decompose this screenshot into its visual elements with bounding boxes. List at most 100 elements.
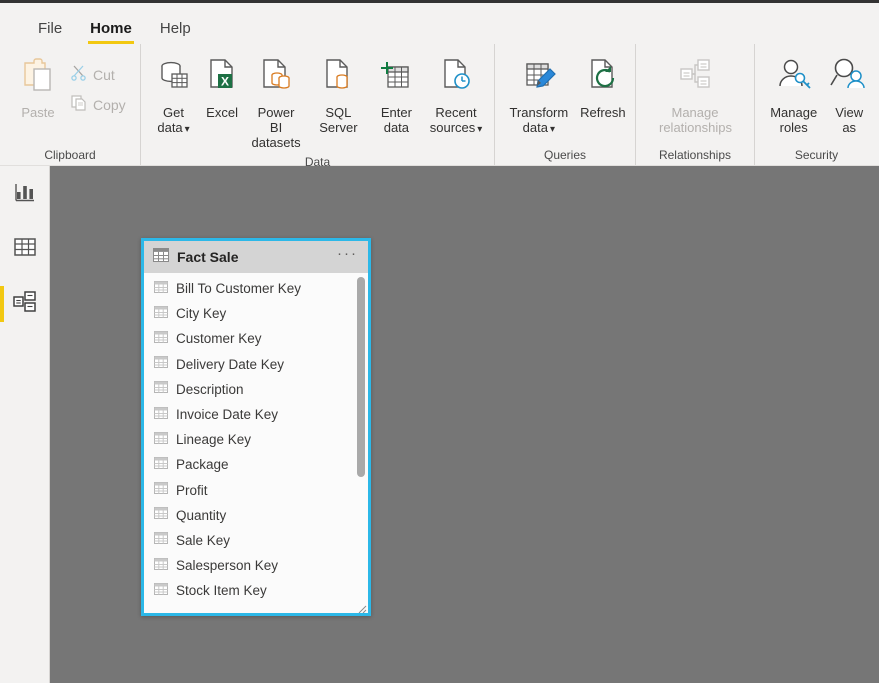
table-card-field-list[interactable]: Bill To Customer Key City KeyCustomer Key… <box>144 273 368 613</box>
field-list-item[interactable]: Package <box>144 452 368 477</box>
field-list-item[interactable]: Bill To Customer Key <box>144 276 368 301</box>
model-canvas[interactable]: Fact Sale ··· Bill To Customer Key City K… <box>50 166 879 683</box>
field-table-icon <box>154 280 168 298</box>
refresh-button[interactable]: Refresh <box>577 52 629 124</box>
refresh-icon <box>585 56 621 101</box>
table-icon <box>153 248 169 267</box>
sql-server-icon <box>320 56 356 101</box>
ribbon-group-label-queries: Queries <box>495 147 635 165</box>
manage-roles-icon <box>774 56 814 101</box>
field-list-item[interactable]: Stock Item Key <box>144 578 368 603</box>
manage-roles-button[interactable]: Manage roles <box>761 52 826 139</box>
excel-icon: X <box>204 56 240 101</box>
ribbon-group-label-clipboard: Clipboard <box>0 147 140 165</box>
field-table-icon <box>154 531 168 549</box>
cut-label: Cut <box>93 67 115 83</box>
field-table-icon <box>154 506 168 524</box>
chevron-down-icon: ▾ <box>185 124 190 135</box>
get-data-label: Get data▾ <box>153 105 194 137</box>
ribbon-group-data: Get data▾ X Excel <box>140 44 494 165</box>
field-name: Stock Item Key <box>176 583 267 598</box>
view-switcher-sidebar <box>0 166 50 683</box>
field-name: Bill To Customer Key <box>176 281 301 296</box>
excel-button[interactable]: X Excel <box>200 52 244 124</box>
field-table-icon <box>154 456 168 474</box>
ribbon-group-clipboard: Paste Cut <box>0 44 140 165</box>
cut-button[interactable]: Cut <box>66 60 134 90</box>
table-card-more-options-button[interactable]: ··· <box>335 249 360 265</box>
field-list-item[interactable]: City Key <box>144 301 368 326</box>
field-name: Salesperson Key <box>176 558 278 573</box>
field-list-item[interactable]: Salesperson Key <box>144 553 368 578</box>
field-table-icon <box>154 582 168 600</box>
main-body: Fact Sale ··· Bill To Customer Key City K… <box>0 166 879 683</box>
manage-relationships-label: Manage relationships <box>659 105 731 135</box>
powerbi-dataset-icon <box>258 56 294 101</box>
paste-icon <box>19 56 57 101</box>
transform-data-icon <box>519 56 559 101</box>
tab-help[interactable]: Help <box>146 21 205 44</box>
get-data-button[interactable]: Get data▾ <box>147 52 200 141</box>
tab-file[interactable]: File <box>24 21 76 44</box>
tab-home[interactable]: Home <box>76 21 146 44</box>
field-table-icon <box>154 330 168 348</box>
field-list-item[interactable]: Lineage Key <box>144 427 368 452</box>
sidebar-item-report-view[interactable] <box>0 176 50 212</box>
field-name: Lineage Key <box>176 432 251 447</box>
view-as-label: View as <box>832 105 866 135</box>
field-list-item[interactable]: Customer Key <box>144 326 368 351</box>
enter-data-button[interactable]: Enter data <box>369 52 424 139</box>
sidebar-item-data-view[interactable] <box>0 231 50 267</box>
manage-relationships-button[interactable]: Manage relationships <box>645 52 745 139</box>
field-list-item[interactable]: Invoice Date Key <box>144 402 368 427</box>
ribbon-group-label-relationships: Relationships <box>636 147 754 165</box>
field-name: Profit <box>176 483 208 498</box>
transform-data-button[interactable]: Transform data▾ <box>501 52 577 141</box>
scissors-icon <box>70 64 87 86</box>
sidebar-item-model-view[interactable] <box>0 286 50 322</box>
power-bi-datasets-label: Power BI datasets <box>250 105 302 150</box>
field-list-item[interactable]: Profit <box>144 478 368 503</box>
power-bi-datasets-button[interactable]: Power BI datasets <box>244 52 308 154</box>
bar-chart-icon <box>14 181 36 208</box>
field-name: Quantity <box>176 508 226 523</box>
recent-sources-text: Recent sources <box>430 105 477 135</box>
view-as-button[interactable]: View as <box>826 52 872 139</box>
get-data-text: Get data <box>157 105 184 135</box>
table-card-title: Fact Sale <box>177 249 335 265</box>
paste-button[interactable]: Paste <box>10 52 66 124</box>
sql-server-button[interactable]: SQL Server <box>308 52 369 139</box>
field-table-icon <box>154 431 168 449</box>
field-list-item[interactable]: Description <box>144 377 368 402</box>
recent-sources-label: Recent sources▾ <box>430 105 483 137</box>
recent-sources-button[interactable]: Recent sources▾ <box>424 52 488 141</box>
field-table-icon <box>154 305 168 323</box>
table-card-header[interactable]: Fact Sale ··· <box>144 241 368 273</box>
chevron-down-icon: ▾ <box>550 124 555 135</box>
copy-label: Copy <box>93 97 126 113</box>
field-name: Sale Key <box>176 533 230 548</box>
field-list-scrollbar-thumb[interactable] <box>357 277 365 477</box>
field-list-item[interactable]: Sale Key <box>144 528 368 553</box>
copy-button[interactable]: Copy <box>66 90 134 120</box>
field-table-icon <box>154 355 168 373</box>
database-table-icon <box>154 56 194 101</box>
field-list-item[interactable]: Quantity <box>144 503 368 528</box>
table-card-resize-handle[interactable] <box>356 601 367 612</box>
field-table-icon <box>154 406 168 424</box>
table-card-fact-sale[interactable]: Fact Sale ··· Bill To Customer Key City K… <box>141 238 371 616</box>
sql-server-label: SQL Server <box>314 105 363 135</box>
field-table-icon <box>154 481 168 499</box>
recent-sources-icon <box>437 56 475 101</box>
transform-data-label: Transform data▾ <box>507 105 571 137</box>
manage-relationships-icon <box>675 56 715 101</box>
ribbon-group-relationships: Manage relationships Relationships <box>635 44 754 165</box>
ribbon: Paste Cut <box>0 44 879 166</box>
copy-icon <box>70 94 87 116</box>
ribbon-group-label-security: Security <box>755 147 878 165</box>
field-name: Invoice Date Key <box>176 407 278 422</box>
excel-label: Excel <box>206 105 238 120</box>
field-list-item[interactable]: Delivery Date Key <box>144 352 368 377</box>
ribbon-group-queries: Transform data▾ Refresh Queries <box>494 44 635 165</box>
model-relationship-icon <box>12 290 38 319</box>
